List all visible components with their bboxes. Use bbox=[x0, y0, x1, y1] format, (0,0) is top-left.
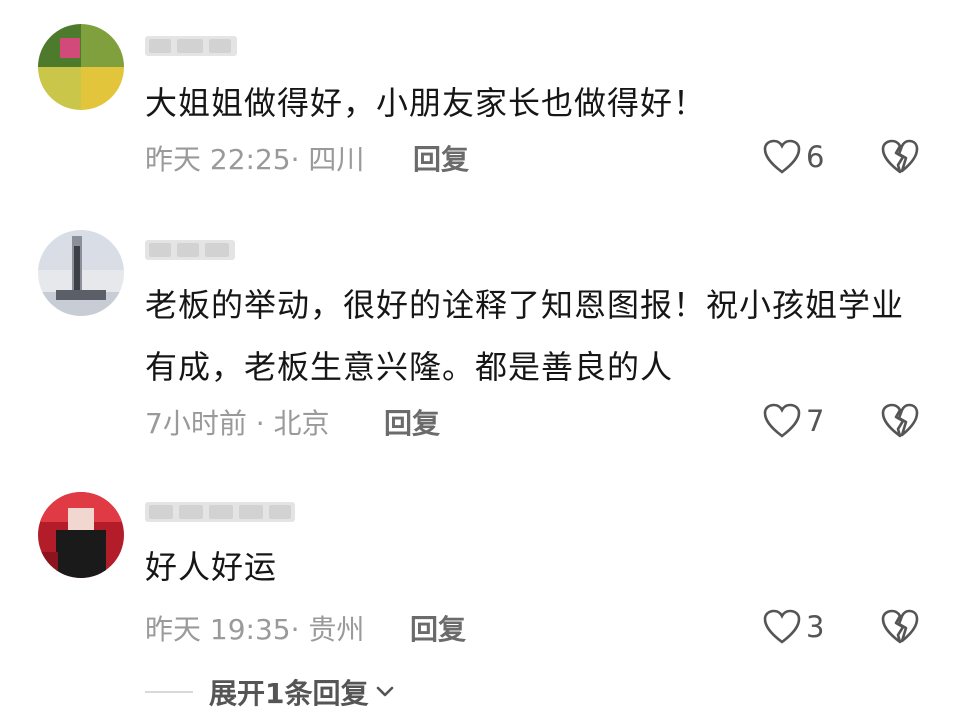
comment-text: 好人好运 bbox=[145, 548, 278, 586]
username-blurred[interactable] bbox=[145, 36, 237, 56]
reply-button[interactable]: 回复 bbox=[410, 608, 466, 648]
avatar-pixel bbox=[81, 67, 124, 110]
expand-replies-button[interactable]: 展开1条回复 bbox=[145, 672, 394, 712]
divider-line bbox=[145, 691, 193, 693]
broken-heart-icon[interactable] bbox=[880, 608, 920, 646]
avatar[interactable] bbox=[38, 230, 124, 316]
chevron-down-icon bbox=[377, 686, 394, 697]
like-count: 3 bbox=[806, 610, 825, 644]
heart-outline-icon bbox=[763, 609, 801, 644]
comment-meta: 昨天 22:25· 四川 bbox=[145, 143, 365, 176]
heart-outline-icon bbox=[763, 139, 801, 174]
avatar[interactable] bbox=[38, 24, 124, 110]
like-button[interactable]: 7 bbox=[762, 402, 824, 440]
avatar-pixel bbox=[38, 552, 58, 578]
heart-outline-icon bbox=[763, 403, 801, 438]
username-blurred[interactable] bbox=[145, 240, 235, 260]
comment-text: 老板的举动，很好的诠释了知恩图报！祝小孩姐学业有成，老板生意兴隆。都是善良的人 bbox=[145, 286, 905, 386]
avatar-pixel bbox=[60, 38, 80, 58]
avatar-pixel bbox=[81, 24, 124, 67]
expand-replies-label: 展开1条回复 bbox=[209, 677, 369, 710]
broken-heart-icon[interactable] bbox=[880, 138, 920, 176]
like-count: 6 bbox=[806, 140, 825, 174]
comment-meta: 7小时前 · 北京 bbox=[145, 407, 330, 440]
comment-text: 大姐姐做得好，小朋友家长也做得好！ bbox=[145, 84, 707, 122]
avatar-pixel bbox=[38, 67, 81, 110]
reply-button[interactable]: 回复 bbox=[413, 138, 469, 178]
avatar[interactable] bbox=[38, 492, 124, 578]
reply-button[interactable]: 回复 bbox=[384, 402, 440, 442]
avatar-pixel bbox=[56, 290, 106, 300]
username-blurred[interactable] bbox=[145, 502, 295, 522]
comment-meta: 昨天 19:35· 贵州 bbox=[145, 613, 365, 646]
avatar-pixel bbox=[56, 530, 106, 578]
broken-heart-icon[interactable] bbox=[880, 402, 920, 440]
avatar-pixel bbox=[68, 508, 94, 530]
avatar-pixel bbox=[74, 246, 80, 296]
like-count: 7 bbox=[806, 404, 825, 438]
like-button[interactable]: 3 bbox=[762, 608, 824, 646]
like-button[interactable]: 6 bbox=[762, 138, 824, 176]
